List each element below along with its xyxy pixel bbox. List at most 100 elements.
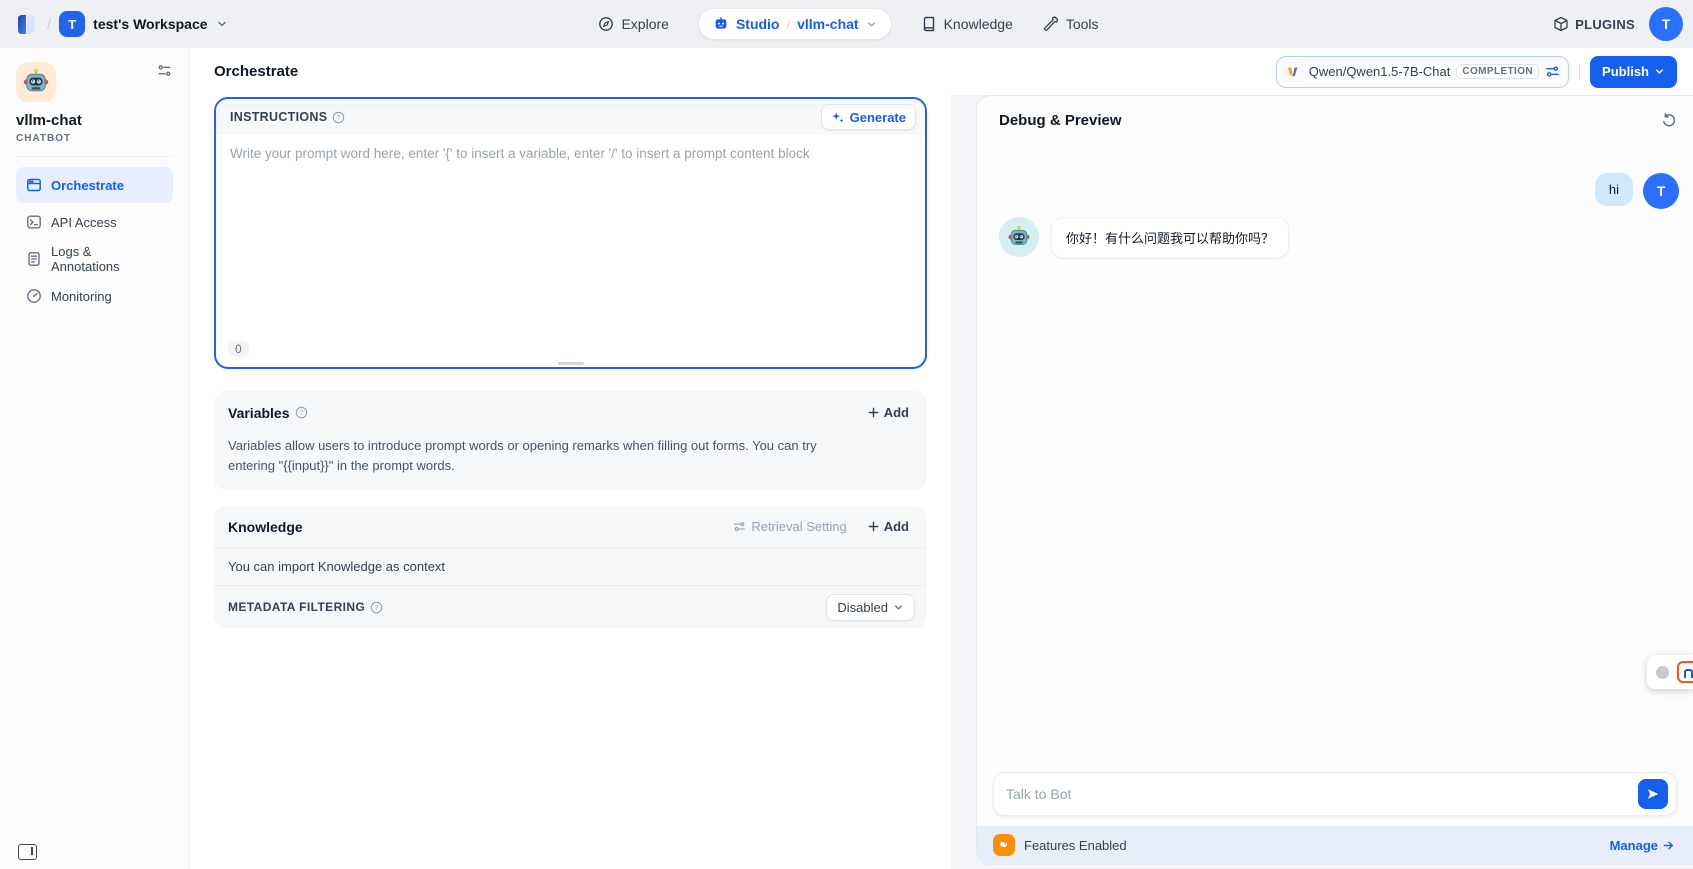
plugins-button[interactable]: PLUGINS [1553,16,1635,32]
sidebar-item-label: Logs & Annotations [51,244,163,274]
sparkles-icon [831,110,845,124]
nav-item-label: Explore [621,16,668,32]
page-title: Orchestrate [214,63,298,80]
svg-text:?: ? [337,112,341,121]
resize-handle[interactable] [558,362,584,365]
variables-panel: Variables ? Add Variables allow u [214,391,927,490]
model-mode-badge: COMPLETION [1456,64,1539,79]
chevron-down-icon[interactable] [216,18,228,30]
sliders-icon [733,520,746,533]
nav-item-label: Tools [1066,16,1099,32]
info-icon[interactable]: ? [332,111,345,124]
sidebar-item-logs-annotations[interactable]: Logs & Annotations [16,241,173,277]
user-avatar[interactable]: T [1649,7,1683,41]
nav-item-label: Studio [736,16,780,32]
metadata-filtering-value: Disabled [837,600,888,615]
send-icon [1646,787,1660,801]
chat-message-assistant: 你好！有什么问题我可以帮助你吗？ [999,217,1679,258]
features-bar: Features Enabled Manage [977,826,1693,864]
debug-zone: Debug & Preview hi T [951,95,1693,869]
divider [16,156,173,157]
nav-item-label: Knowledge [944,16,1013,32]
widget-extension-icon [1677,661,1693,683]
add-knowledge-button[interactable]: Add [861,515,915,538]
metadata-filtering-title: METADATA FILTERING [228,600,365,614]
floating-extension-widget[interactable] [1647,655,1693,689]
features-icon [993,834,1015,856]
model-selector[interactable]: Qwen/Qwen1.5-7B-Chat COMPLETION [1276,56,1569,88]
chevron-down-icon[interactable] [866,19,877,30]
arrow-right-icon [1662,839,1675,852]
sliders-icon[interactable] [1545,64,1560,79]
main-area: Orchestrate Qwen/Qwen1.5-7B-Chat COMPLET… [190,48,1693,869]
sidebar-item-label: Monitoring [51,289,112,304]
app-settings-icon[interactable] [156,62,173,79]
svg-text:?: ? [299,408,303,417]
chat-area: hi T [977,135,1693,772]
nav-item-tools[interactable]: Tools [1043,16,1099,32]
metadata-filtering-select[interactable]: Disabled [826,594,915,621]
collapse-sidebar-icon[interactable] [18,844,37,860]
plus-icon [867,406,880,419]
sidebar-item-orchestrate[interactable]: Orchestrate [16,167,173,203]
robot-icon [713,16,729,32]
nav-item-explore[interactable]: Explore [598,16,668,32]
window-icon [26,177,42,193]
publish-button[interactable]: Publish [1590,56,1677,88]
explore-icon [598,16,614,32]
sidebar: vllm-chat CHATBOT Orchestrate API Access… [0,48,190,869]
add-label: Add [884,519,909,534]
debug-preview-title: Debug & Preview [999,112,1122,129]
dify-logo-icon[interactable] [14,12,39,37]
instructions-title: INSTRUCTIONS [230,110,327,124]
sidebar-item-api-access[interactable]: API Access [16,204,173,240]
generate-button[interactable]: Generate [821,104,916,130]
metadata-filtering-row: METADATA FILTERING ? Disabled [214,586,927,628]
bot-avatar [999,217,1039,257]
top-nav: / T test's Workspace Explore Studio / vl [0,0,1693,48]
widget-dot-icon [1656,666,1669,679]
sidebar-item-monitoring[interactable]: Monitoring [16,278,173,314]
plugins-box-icon [1553,16,1569,32]
retrieval-setting-label: Retrieval Setting [751,519,846,534]
workspace-name[interactable]: test's Workspace [93,16,207,32]
main-header: Orchestrate Qwen/Qwen1.5-7B-Chat COMPLET… [190,48,1693,95]
nav-item-knowledge[interactable]: Knowledge [921,16,1013,32]
nav-right: PLUGINS T [1099,7,1683,41]
manage-features-link[interactable]: Manage [1610,838,1675,853]
svg-text:?: ? [375,603,379,612]
features-enabled-label: Features Enabled [1024,838,1601,853]
add-variable-button[interactable]: Add [861,401,915,424]
info-icon[interactable]: ? [370,601,383,614]
chat-input-row [977,772,1693,826]
monitoring-icon [26,288,42,304]
app-icon[interactable] [16,62,56,102]
variables-description: Variables allow users to introduce promp… [214,428,862,476]
chat-message-user: hi T [999,173,1679,209]
sidebar-item-label: API Access [51,215,117,230]
instructions-input[interactable] [216,135,925,367]
nav-left: / T test's Workspace [14,11,598,37]
knowledge-title: Knowledge [228,519,303,535]
manage-label: Manage [1610,838,1658,853]
plus-icon [867,520,880,533]
chat-input[interactable] [1006,786,1638,802]
vllm-logo-icon [1283,62,1303,82]
knowledge-panel: Knowledge Retrieval Setting [214,506,927,628]
user-chat-avatar: T [1643,173,1679,209]
workspace-avatar[interactable]: T [59,11,85,37]
generate-label: Generate [850,110,906,125]
info-icon[interactable]: ? [295,406,308,419]
variables-title: Variables [228,405,290,421]
retrieval-setting-button[interactable]: Retrieval Setting [733,519,846,534]
send-button[interactable] [1638,779,1668,809]
character-count: 0 [228,341,249,357]
instructions-panel: INSTRUCTIONS ? Generate [214,97,927,369]
logs-icon [26,251,42,267]
nav-center: Explore Studio / vllm-chat Knowledge [598,9,1098,39]
add-label: Add [884,405,909,420]
refresh-icon[interactable] [1661,112,1677,128]
nav-item-studio[interactable]: Studio / vllm-chat [699,9,891,39]
nav-current-app[interactable]: vllm-chat [797,16,858,32]
tools-hammer-icon [1043,16,1059,32]
